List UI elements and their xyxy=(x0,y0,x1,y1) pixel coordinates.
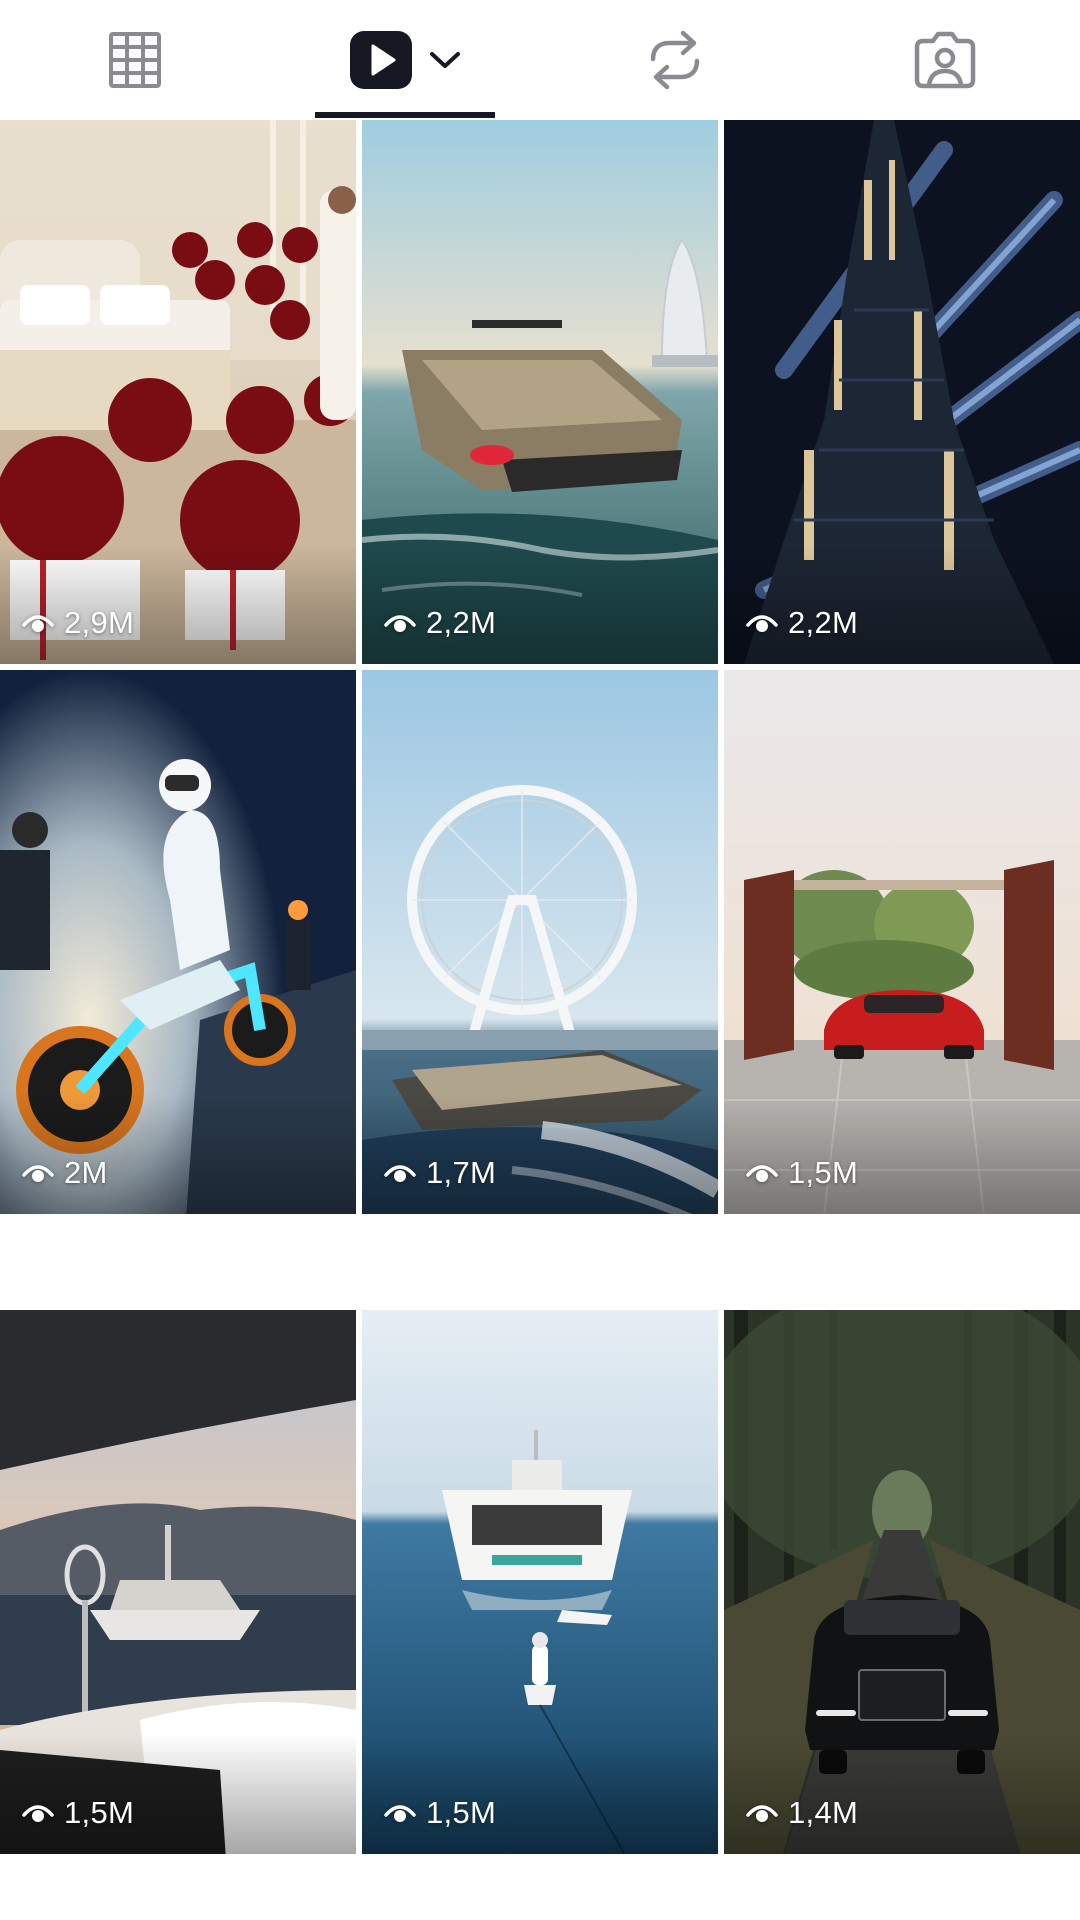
view-count: 2,2M xyxy=(384,607,496,638)
view-count-label: 1,5M xyxy=(426,1795,497,1830)
reels-play-icon xyxy=(350,31,412,89)
active-tab-indicator xyxy=(315,112,495,118)
tab-tagged[interactable] xyxy=(810,0,1080,120)
eye-icon xyxy=(22,1164,54,1182)
view-count: 1,4M xyxy=(746,1797,858,1828)
eye-icon xyxy=(746,614,778,632)
thumbnail-overlay xyxy=(724,1094,1080,1214)
view-count-label: 2,2M xyxy=(426,605,497,640)
video-thumbnail[interactable]: 1,4M xyxy=(724,1310,1080,1854)
thumbnail-overlay xyxy=(362,1734,718,1854)
view-count-label: 2M xyxy=(64,1155,108,1190)
video-thumbnail[interactable]: 2,2M xyxy=(362,120,718,664)
tab-videos[interactable] xyxy=(270,0,540,120)
thumbnail-overlay xyxy=(362,544,718,664)
view-count-label: 1,5M xyxy=(788,1155,859,1190)
view-count-label: 2,9M xyxy=(64,605,135,640)
eye-icon xyxy=(384,1804,416,1822)
view-count: 1,5M xyxy=(746,1157,858,1188)
view-count-label: 1,7M xyxy=(426,1155,497,1190)
thumbnail-overlay xyxy=(0,1734,356,1854)
chevron-down-icon xyxy=(430,52,460,68)
view-count-label: 1,5M xyxy=(64,1795,135,1830)
video-thumbnail[interactable]: 1,5M xyxy=(362,1310,718,1854)
eye-icon xyxy=(384,614,416,632)
view-count: 1,7M xyxy=(384,1157,496,1188)
eye-icon xyxy=(384,1164,416,1182)
profile-tab-bar xyxy=(0,0,1080,120)
video-thumbnail[interactable]: 1,5M xyxy=(724,670,1080,1214)
grid-icon xyxy=(109,32,161,88)
eye-icon xyxy=(746,1164,778,1182)
eye-icon xyxy=(22,614,54,632)
thumbnail-overlay xyxy=(0,544,356,664)
view-count: 1,5M xyxy=(22,1797,134,1828)
video-thumbnail[interactable]: 2,9M xyxy=(0,120,356,664)
video-thumbnail[interactable]: 1,5M xyxy=(0,1310,356,1854)
thumbnail-overlay xyxy=(724,544,1080,664)
view-count-label: 1,4M xyxy=(788,1795,859,1830)
video-thumbnail[interactable]: 2,2M xyxy=(724,120,1080,664)
view-count: 2,2M xyxy=(746,607,858,638)
view-count-label: 2,2M xyxy=(788,605,859,640)
tagged-icon xyxy=(914,31,976,89)
video-thumbnail[interactable]: 2M xyxy=(0,670,356,1214)
view-count: 1,5M xyxy=(384,1797,496,1828)
eye-icon xyxy=(22,1804,54,1822)
repost-icon xyxy=(650,30,700,90)
eye-icon xyxy=(746,1804,778,1822)
video-thumbnail[interactable]: 1,7M xyxy=(362,670,718,1214)
video-grid: 2,9M 2,2M 2,2M 2M 1,7M 1,5M 1,5M 1,5M 1,… xyxy=(0,120,1080,1920)
view-count: 2,9M xyxy=(22,607,134,638)
tab-reposts[interactable] xyxy=(540,0,810,120)
thumbnail-overlay xyxy=(362,1094,718,1214)
thumbnail-overlay xyxy=(0,1094,356,1214)
thumbnail-overlay xyxy=(724,1734,1080,1854)
view-count: 2M xyxy=(22,1157,108,1188)
tab-grid[interactable] xyxy=(0,0,270,120)
